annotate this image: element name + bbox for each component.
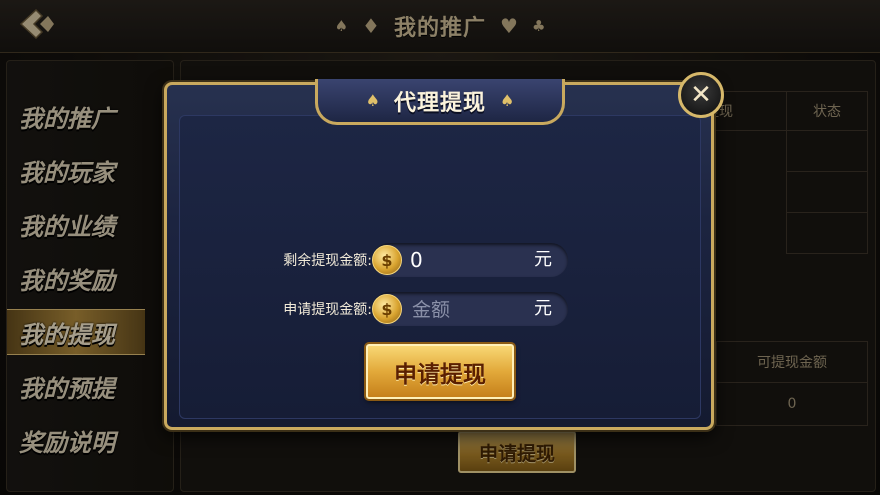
- remaining-amount-value: 0: [410, 248, 423, 272]
- spade-icon: ♠: [365, 91, 380, 110]
- coin-icon: $: [372, 245, 402, 275]
- request-amount-field: $ 元: [372, 292, 568, 326]
- currency-unit: 元: [534, 298, 552, 319]
- request-amount-input[interactable]: [410, 294, 524, 326]
- currency-unit: 元: [534, 249, 552, 270]
- request-amount-label: 申请提现金额:: [283, 302, 372, 318]
- coin-icon: $: [372, 294, 402, 324]
- spade-icon: ♠: [500, 91, 515, 110]
- remaining-amount-label: 剩余提现金额:: [283, 253, 372, 269]
- dialog-title: 代理提现: [393, 90, 486, 116]
- remaining-amount-field: $ 0 元: [372, 243, 568, 277]
- close-icon: ✕: [690, 80, 712, 110]
- submit-withdraw-button[interactable]: 申请提现: [366, 344, 514, 399]
- close-button[interactable]: ✕: [678, 72, 724, 118]
- dialog-title-plate: ♠ 代理提现 ♠: [315, 79, 565, 125]
